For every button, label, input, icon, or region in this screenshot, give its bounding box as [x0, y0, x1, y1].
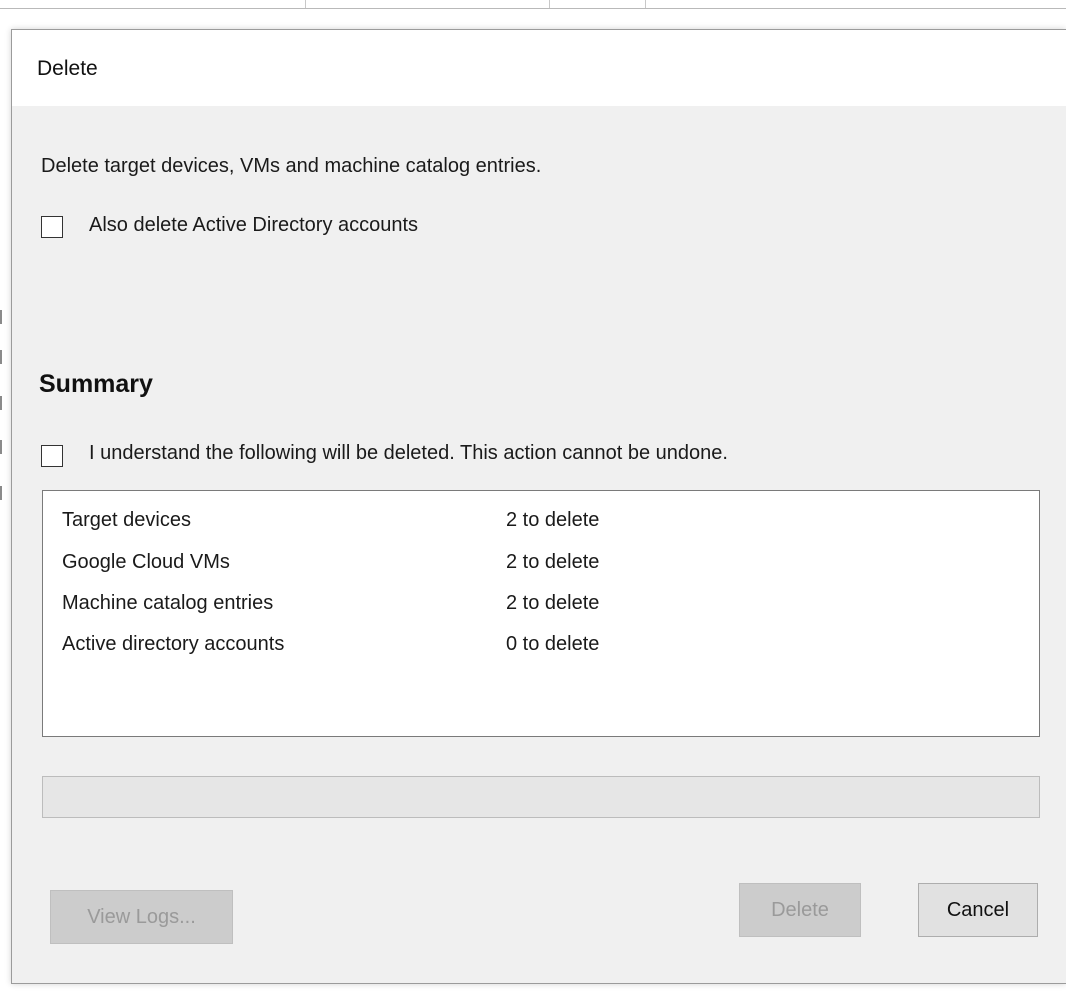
- list-item-count: 0 to delete: [506, 633, 600, 655]
- background-column-divider: [645, 0, 646, 8]
- acknowledge-checkbox[interactable]: [41, 445, 63, 467]
- list-item: Machine catalog entries 2 to delete: [43, 592, 1039, 632]
- also-delete-ad-label[interactable]: Also delete Active Directory accounts: [89, 214, 418, 237]
- list-item-name: Target devices: [62, 509, 191, 531]
- list-item: Google Cloud VMs 2 to delete: [43, 551, 1039, 591]
- acknowledge-label[interactable]: I understand the following will be delet…: [89, 442, 728, 465]
- list-item-name: Google Cloud VMs: [62, 551, 230, 573]
- background-fragment: [0, 350, 2, 364]
- dialog-description: Delete target devices, VMs and machine c…: [41, 155, 542, 177]
- list-item-name: Active directory accounts: [62, 633, 285, 655]
- background-column-divider: [305, 0, 306, 8]
- view-logs-button[interactable]: View Logs...: [50, 890, 233, 944]
- list-item-count: 2 to delete: [506, 592, 600, 614]
- dialog-title: Delete: [37, 57, 98, 80]
- background-fragment: [0, 440, 2, 454]
- background-fragment: [0, 396, 2, 410]
- summary-heading: Summary: [39, 370, 153, 398]
- cancel-button[interactable]: Cancel: [918, 883, 1038, 937]
- list-item-count: 2 to delete: [506, 509, 600, 531]
- summary-list[interactable]: Target devices 2 to delete Google Cloud …: [42, 490, 1040, 737]
- list-item: Target devices 2 to delete: [43, 509, 1039, 549]
- also-delete-ad-checkbox[interactable]: [41, 216, 63, 238]
- background-column-divider: [549, 0, 550, 8]
- list-item-name: Machine catalog entries: [62, 592, 274, 614]
- background-fragment: [0, 486, 2, 500]
- background-window-edge: [0, 8, 1066, 9]
- delete-dialog: Delete Delete target devices, VMs and ma…: [11, 29, 1066, 984]
- background-fragment: [0, 310, 2, 324]
- dialog-title-bar[interactable]: Delete: [12, 30, 1066, 106]
- list-item-count: 2 to delete: [506, 551, 600, 573]
- list-item: Active directory accounts 0 to delete: [43, 633, 1039, 673]
- delete-button[interactable]: Delete: [739, 883, 861, 937]
- delete-progress-bar: [42, 776, 1040, 818]
